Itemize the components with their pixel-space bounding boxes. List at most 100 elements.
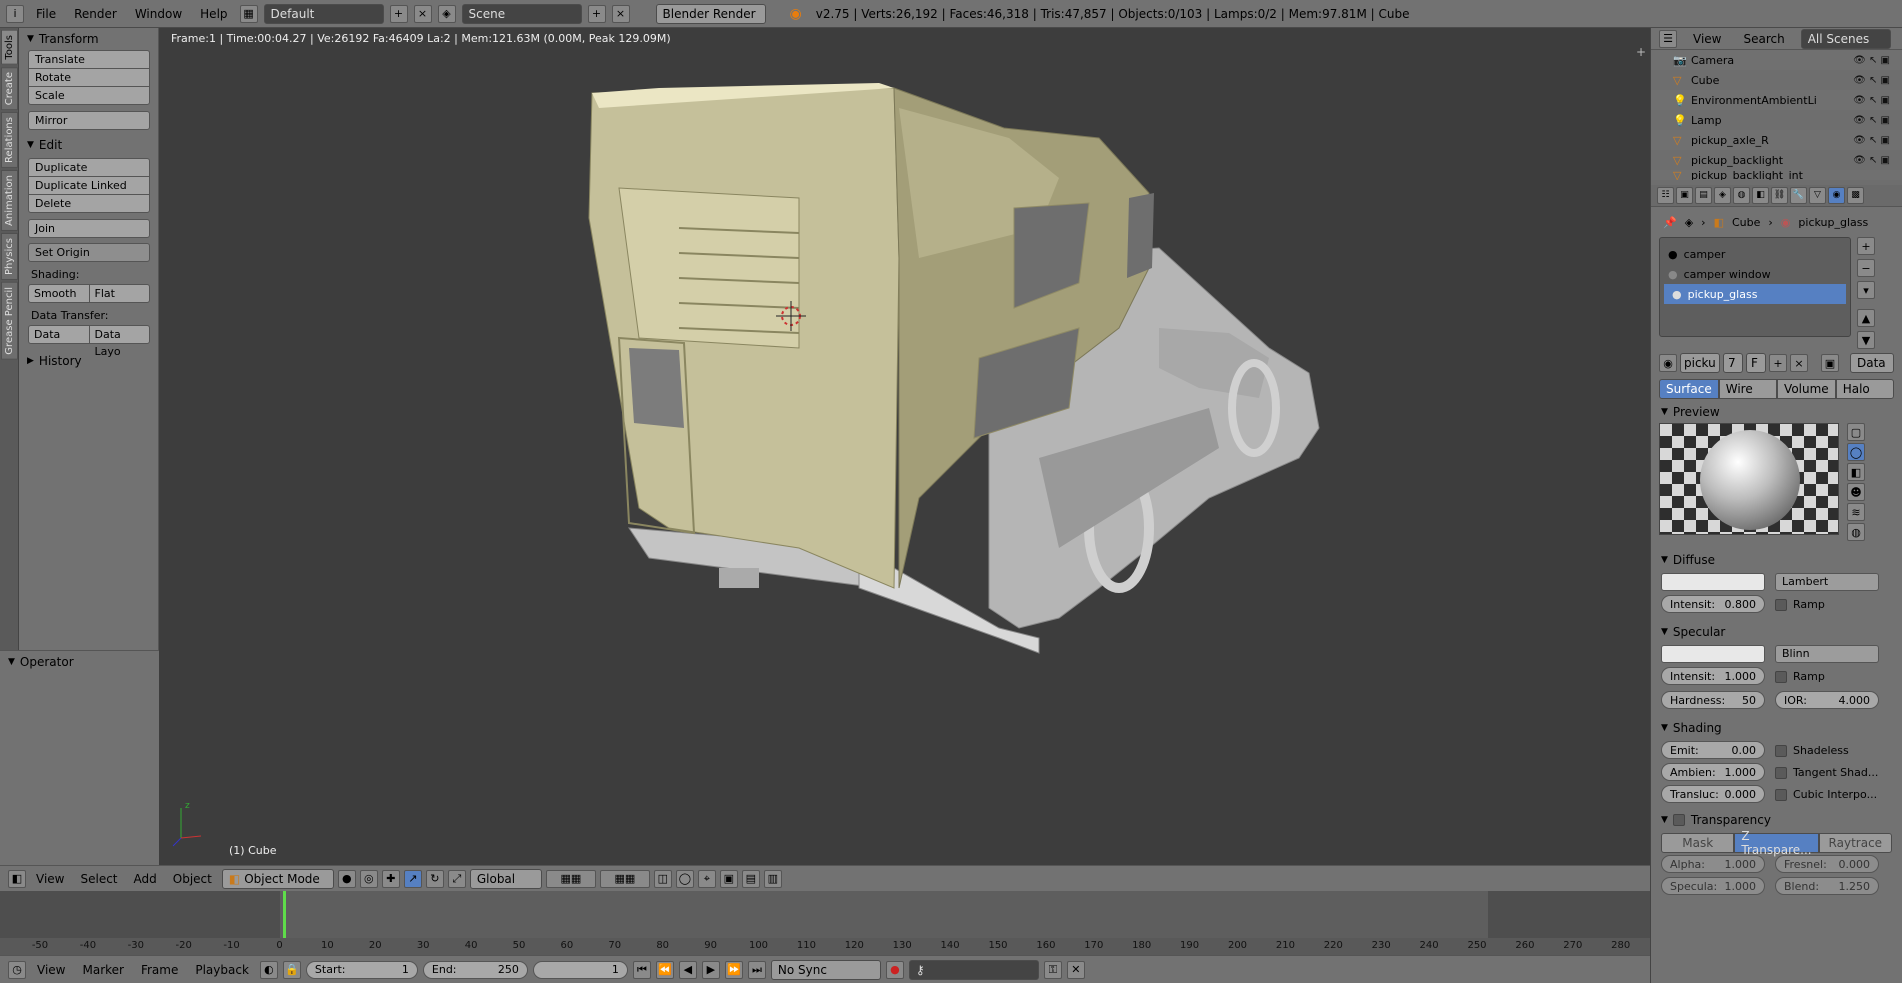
menu-object[interactable]: Object bbox=[167, 872, 218, 886]
tab-tools[interactable]: Tools bbox=[1, 30, 18, 65]
fake-user-button[interactable]: F bbox=[1746, 353, 1766, 373]
specular-intensity-field[interactable]: Intensit: 1.000 bbox=[1661, 667, 1765, 685]
translucency-field[interactable]: Transluc: 0.000 bbox=[1661, 785, 1765, 803]
ior-field[interactable]: IOR: 4.000 bbox=[1775, 691, 1879, 709]
outliner-item-lamp[interactable]: 💡 Lamp 👁 ↖ ▣ bbox=[1651, 110, 1902, 130]
preview-cube-icon[interactable]: ◧ bbox=[1847, 463, 1865, 481]
menu-select[interactable]: Select bbox=[74, 872, 123, 886]
editor-type-3d-icon[interactable]: ◧ bbox=[8, 869, 26, 888]
preview-flat-icon[interactable]: ▢ bbox=[1847, 423, 1865, 441]
preview-monkey-icon[interactable]: ☻ bbox=[1847, 483, 1865, 501]
proportional-edit-icon[interactable]: ◯ bbox=[675, 869, 694, 888]
display-mode-select[interactable]: All Scenes bbox=[1800, 28, 1891, 49]
editor-type-timeline-icon[interactable]: ◷ bbox=[8, 960, 26, 979]
cubic-interpolation-checkbox[interactable]: Cubic Interpo... bbox=[1775, 788, 1877, 801]
editor-type-outliner-icon[interactable]: ☰ bbox=[1659, 29, 1677, 48]
outliner-item-environment[interactable]: 💡 EnvironmentAmbientLi 👁 ↖ ▣ bbox=[1651, 90, 1902, 110]
modifiers-tab-icon[interactable]: 🔧 bbox=[1790, 187, 1807, 204]
scene-field[interactable]: Scene bbox=[461, 3, 582, 24]
delete-button[interactable]: Delete bbox=[28, 194, 150, 213]
data-tab-icon[interactable]: ▽ bbox=[1809, 187, 1826, 204]
diffuse-shader-select[interactable]: Lambert bbox=[1775, 573, 1879, 591]
diffuse-color-swatch[interactable] bbox=[1661, 573, 1765, 591]
join-button[interactable]: Join bbox=[28, 219, 150, 238]
menu-frame[interactable]: Frame bbox=[135, 963, 184, 977]
tab-create[interactable]: Create bbox=[1, 66, 18, 110]
tangent-shading-checkbox[interactable]: Tangent Shad... bbox=[1775, 766, 1878, 779]
sync-mode-select[interactable]: No Sync bbox=[770, 959, 881, 980]
material-name-field[interactable]: picku bbox=[1680, 353, 1720, 373]
end-frame-field[interactable]: End: 250 bbox=[422, 960, 528, 979]
pivot-point-icon[interactable]: ◎ bbox=[359, 869, 378, 888]
viewport-shading-icon[interactable]: ● bbox=[337, 869, 356, 888]
manipulator-icon[interactable]: ✚ bbox=[381, 869, 400, 888]
render-layers-tab-icon[interactable]: ▤ bbox=[1695, 187, 1712, 204]
specular-color-swatch[interactable] bbox=[1661, 645, 1765, 663]
current-frame-indicator[interactable] bbox=[283, 891, 286, 938]
emit-field[interactable]: Emit: 0.00 bbox=[1661, 741, 1765, 759]
snap-element-icon[interactable]: ▣ bbox=[719, 869, 738, 888]
screen-layout-icon[interactable]: ▦ bbox=[239, 4, 258, 23]
jump-end-icon[interactable]: ⏭ bbox=[747, 960, 766, 979]
preview-sphere-icon[interactable]: ◯ bbox=[1847, 443, 1865, 461]
start-frame-field[interactable]: Start: 1 bbox=[305, 960, 418, 979]
users-count[interactable]: 7 bbox=[1723, 353, 1743, 373]
mirror-button[interactable]: Mirror bbox=[28, 111, 150, 130]
scene-icon[interactable]: ◈ bbox=[437, 4, 456, 23]
outliner-item-camera[interactable]: 📷 Camera 👁 ↖ ▣ bbox=[1651, 50, 1902, 70]
translate-manipulator-icon[interactable]: ↗ bbox=[403, 869, 422, 888]
node-toggle-icon[interactable]: ▣ bbox=[1821, 354, 1839, 372]
outliner-item-pickup-backlight-int[interactable]: ▽ pickup_backlight_int bbox=[1651, 170, 1902, 180]
remove-slot-icon[interactable]: − bbox=[1857, 259, 1875, 277]
add-scene-icon[interactable]: + bbox=[587, 4, 606, 23]
3d-viewport[interactable]: Frame:1 | Time:00:04.27 | Ve:26192 Fa:46… bbox=[159, 28, 1650, 865]
tab-halo[interactable]: Halo bbox=[1835, 379, 1895, 399]
operator-panel-header[interactable]: ▼ Operator bbox=[0, 651, 159, 673]
lock-range-icon[interactable]: 🔒 bbox=[282, 960, 301, 979]
unlink-material-icon[interactable]: × bbox=[1790, 354, 1808, 372]
insert-keyframe-icon[interactable]: ⚿ bbox=[1043, 960, 1062, 979]
tab-raytrace[interactable]: Raytrace bbox=[1818, 833, 1893, 853]
material-slot-item[interactable]: ● camper window bbox=[1660, 264, 1850, 284]
data-layout-button[interactable]: Data Layo bbox=[88, 325, 150, 358]
outliner-item-pickup-axle[interactable]: ▽ pickup_axle_R 👁 ↖ ▣ bbox=[1651, 130, 1902, 150]
editor-type-properties-icon[interactable]: ☷ bbox=[1657, 187, 1674, 204]
material-slot-item-selected[interactable]: ● pickup_glass bbox=[1664, 284, 1846, 304]
visibility-icons[interactable]: 👁 ↖ ▣ bbox=[1853, 155, 1902, 166]
timeline[interactable]: -50 -40 -30 -20 -10 0 10 20 30 40 50 60 70 80 90 100 110… bbox=[0, 891, 1650, 955]
preview-range-icon[interactable]: ◐ bbox=[259, 960, 278, 979]
layers-grid-2-icon[interactable]: ▦▦ bbox=[599, 869, 650, 888]
outliner-item-pickup-backlight[interactable]: ▽ pickup_backlight 👁 ↖ ▣ bbox=[1651, 150, 1902, 170]
render-tab-icon[interactable]: ▣ bbox=[1676, 187, 1693, 204]
specular-shader-select[interactable]: Blinn bbox=[1775, 645, 1879, 663]
alpha-field[interactable]: Alpha: 1.000 bbox=[1661, 855, 1765, 873]
duplicate-linked-button[interactable]: Duplicate Linked bbox=[28, 176, 150, 195]
record-icon[interactable]: ● bbox=[885, 960, 904, 979]
render-anim-icon[interactable]: ▥ bbox=[763, 869, 782, 888]
transparency-checkbox[interactable] bbox=[1672, 814, 1685, 826]
smooth-button[interactable]: Smooth bbox=[28, 284, 90, 303]
menu-view[interactable]: View bbox=[30, 872, 70, 886]
visibility-icons[interactable]: 👁 ↖ ▣ bbox=[1853, 135, 1902, 146]
screen-layout-field[interactable]: Default bbox=[263, 3, 384, 24]
diffuse-ramp-checkbox[interactable]: Ramp bbox=[1775, 598, 1825, 611]
link-select[interactable]: Data bbox=[1850, 353, 1894, 373]
hardness-field[interactable]: Hardness: 50 bbox=[1661, 691, 1765, 709]
transparency-panel-header[interactable]: ▼ Transparency bbox=[1651, 809, 1902, 831]
tab-physics[interactable]: Physics bbox=[1, 232, 18, 280]
transform-orientation-select[interactable]: Global bbox=[469, 868, 542, 889]
menu-render[interactable]: Render bbox=[68, 7, 123, 21]
visibility-icons[interactable]: 👁 ↖ ▣ bbox=[1853, 75, 1902, 86]
layer-lock-icon[interactable]: ◫ bbox=[653, 869, 672, 888]
add-layout-icon[interactable]: + bbox=[389, 4, 408, 23]
editor-type-info-icon[interactable]: i bbox=[6, 4, 24, 23]
tab-volume[interactable]: Volume bbox=[1777, 379, 1836, 399]
constraints-tab-icon[interactable]: ⛓ bbox=[1771, 187, 1788, 204]
blend-field[interactable]: Blend: 1.250 bbox=[1775, 877, 1879, 895]
diffuse-intensity-field[interactable]: Intensit: 0.800 bbox=[1661, 595, 1765, 613]
tab-animation[interactable]: Animation bbox=[1, 169, 18, 231]
edit-panel-header[interactable]: ▼ Edit bbox=[19, 134, 158, 156]
menu-tl-view[interactable]: View bbox=[31, 963, 71, 977]
data-button[interactable]: Data bbox=[28, 325, 90, 344]
play-reverse-icon[interactable]: ◀ bbox=[678, 960, 697, 979]
